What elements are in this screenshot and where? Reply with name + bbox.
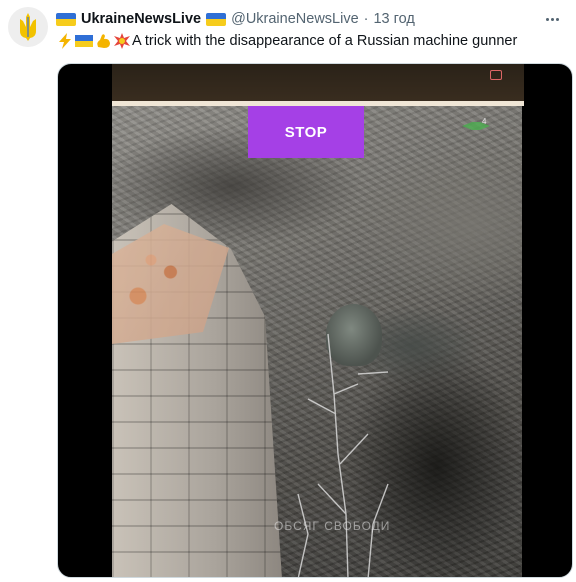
stop-overlay-label: STOP bbox=[248, 106, 364, 158]
high-voltage-icon bbox=[56, 32, 74, 50]
tweet-text: A trick with the disappearance of a Russ… bbox=[56, 31, 562, 51]
flexed-biceps-icon bbox=[94, 32, 112, 50]
branches bbox=[297, 333, 389, 577]
video-media[interactable]: 4 STOP ОБСЯГ СВОБОДИ bbox=[57, 63, 573, 578]
ukraine-flag-icon bbox=[75, 32, 93, 50]
tweet-header: UkraineNewsLive @UkraineNewsLive · 13 го… bbox=[56, 9, 536, 29]
collision-icon bbox=[113, 32, 131, 50]
drone-icon: 4 bbox=[462, 117, 490, 130]
account-name[interactable]: UkraineNewsLive bbox=[81, 9, 201, 29]
ukraine-emblem-icon bbox=[8, 7, 48, 47]
avatar[interactable] bbox=[8, 7, 48, 47]
svg-text:4: 4 bbox=[482, 117, 487, 126]
ukraine-flag-icon bbox=[206, 12, 227, 26]
account-handle[interactable]: @UkraineNewsLive bbox=[231, 9, 359, 29]
video-watermark: ОБСЯГ СВОБОДИ bbox=[274, 519, 391, 533]
separator-dot: · bbox=[363, 11, 369, 27]
tweet-body-text: A trick with the disappearance of a Russ… bbox=[132, 33, 518, 49]
more-options-icon[interactable] bbox=[540, 9, 564, 29]
tweet-timestamp[interactable]: 13 год bbox=[373, 9, 414, 29]
ukraine-flag-icon bbox=[56, 12, 76, 26]
monitor-frame bbox=[112, 64, 524, 106]
tweet-card[interactable]: UkraineNewsLive @UkraineNewsLive · 13 го… bbox=[0, 0, 576, 582]
